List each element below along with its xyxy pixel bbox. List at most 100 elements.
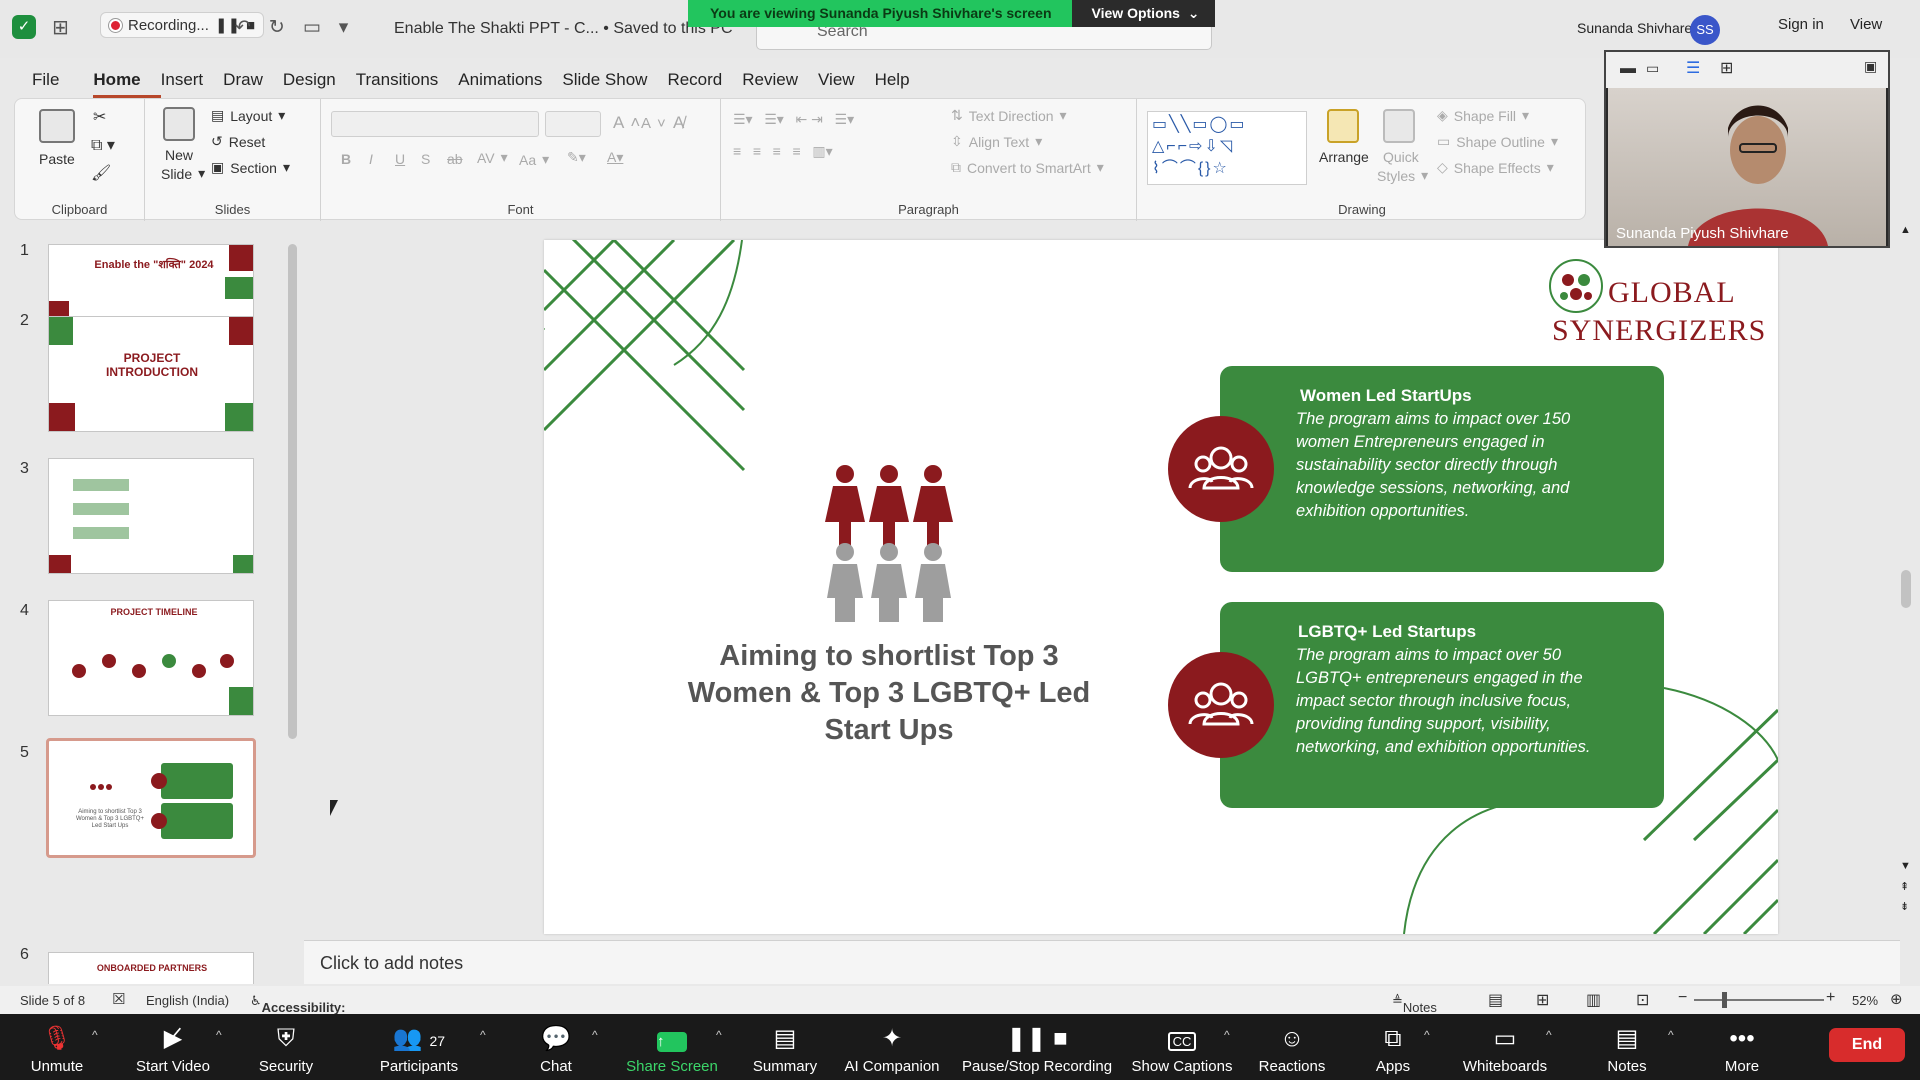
show-captions-button[interactable]: CC Show Captions: [1130, 1014, 1234, 1080]
text-direction-button[interactable]: ⇅ Text Direction ▾: [951, 107, 1067, 124]
font-size-dropdown[interactable]: [545, 111, 601, 137]
shapes-gallery[interactable]: ▭╲╲▭◯▭ △⌐⌐⇨⇩◹ ⌇⌒⌒{}☆: [1147, 111, 1307, 185]
paste-button[interactable]: Paste: [39, 151, 75, 167]
char-spacing-button[interactable]: AV ▾: [477, 149, 508, 166]
zoom-out-icon[interactable]: −: [1678, 989, 1687, 1007]
shield-icon[interactable]: ✓: [12, 15, 36, 39]
zoom-in-icon[interactable]: +: [1826, 989, 1835, 1007]
slideshow-view-icon[interactable]: ⊡: [1636, 990, 1649, 1010]
apps-caret[interactable]: ^: [1424, 1028, 1430, 1042]
copy-icon[interactable]: ⧉ ▾: [91, 135, 115, 155]
participant-video[interactable]: ▬ ▭ ☰ ⊞ ▣ Sunanda Piyush Shivhare: [1604, 50, 1890, 248]
convert-smartart-button[interactable]: ⧉ Convert to SmartArt ▾: [951, 159, 1104, 176]
thumbnail-slide-5[interactable]: Aiming to shortlist Top 3 Women & Top 3 …: [46, 738, 256, 858]
shrink-font-icon[interactable]: A ˅: [641, 115, 666, 132]
strikethrough-button[interactable]: ab: [447, 151, 463, 167]
view-button[interactable]: View: [1850, 16, 1882, 33]
accessibility-button[interactable]: ♿ Accessibility: Investigate: [250, 993, 345, 1030]
tab-help[interactable]: Help: [875, 64, 930, 98]
participants-button[interactable]: 👥 27 Participants: [376, 1014, 462, 1080]
slide-heading[interactable]: Aiming to shortlist Top 3 Women & Top 3 …: [664, 638, 1114, 749]
font-color-icon[interactable]: A▾: [607, 149, 623, 166]
gallery-view-icon[interactable]: ⊞: [1720, 58, 1733, 78]
new-slide-label1[interactable]: New: [165, 147, 193, 163]
tab-file[interactable]: File: [32, 64, 93, 98]
prev-slide-icon[interactable]: ⇞: [1900, 880, 1909, 893]
apps-grid-icon[interactable]: ⊞: [52, 15, 69, 40]
reset-button[interactable]: ↺ Reset: [211, 133, 265, 150]
tab-transitions[interactable]: Transitions: [356, 64, 459, 98]
more-button[interactable]: ••• More: [1718, 1014, 1766, 1080]
reactions-button[interactable]: ☺ Reactions: [1256, 1014, 1328, 1080]
thumbnail-slide-6[interactable]: ONBOARDED PARTNERS: [48, 952, 254, 984]
participants-caret[interactable]: ^: [480, 1028, 486, 1042]
share-caret[interactable]: ^: [716, 1028, 722, 1042]
shape-effects-button[interactable]: ◇ Shape Effects ▾: [1437, 159, 1554, 176]
start-video-button[interactable]: ▶̸ Start Video: [128, 1014, 218, 1080]
tab-animations[interactable]: Animations: [458, 64, 562, 98]
tab-draw[interactable]: Draw: [223, 64, 283, 98]
highlight-icon[interactable]: ✎▾: [567, 149, 586, 166]
chat-caret[interactable]: ^: [592, 1028, 598, 1042]
unmute-button[interactable]: 🎙 Unmute: [24, 1014, 90, 1080]
underline-button[interactable]: U: [395, 151, 405, 167]
quick-styles-label2[interactable]: Styles ▾: [1377, 167, 1428, 184]
slide-sorter-icon[interactable]: ⊞: [1536, 990, 1549, 1010]
pause-stop-recording-button[interactable]: ❚❚ ■ Pause/Stop Recording: [960, 1014, 1114, 1080]
change-case-button[interactable]: Aa ▾: [519, 151, 549, 168]
reading-view-icon[interactable]: ▥: [1586, 990, 1601, 1010]
zoom-slider[interactable]: [1694, 999, 1824, 1001]
normal-view-icon[interactable]: ▤: [1488, 990, 1503, 1010]
thumbnail-slide-4[interactable]: PROJECT TIMELINE: [48, 600, 254, 716]
video-options-caret[interactable]: ^: [216, 1028, 222, 1042]
scroll-thumb[interactable]: [1901, 570, 1911, 608]
lgbtq-startups-card[interactable]: LGBTQ+ Led Startups The program aims to …: [1220, 602, 1664, 808]
speaker-view-icon[interactable]: ☰: [1686, 58, 1700, 78]
format-painter-icon[interactable]: 🖌: [91, 163, 111, 183]
quick-styles-label1[interactable]: Quick: [1383, 149, 1419, 165]
sign-in-link[interactable]: Sign in: [1778, 16, 1824, 33]
clear-format-icon[interactable]: A̸: [673, 113, 684, 133]
present-icon[interactable]: ▭: [303, 16, 321, 39]
italic-button[interactable]: I: [369, 151, 373, 167]
chat-button[interactable]: 💬 Chat: [532, 1014, 580, 1080]
quick-styles-icon[interactable]: [1383, 109, 1415, 143]
language-indicator[interactable]: English (India): [146, 993, 229, 1008]
scroll-thumb[interactable]: [288, 244, 297, 739]
bullets-icon[interactable]: ☰▾ ☰▾ ⇤ ⇥ ☰▾: [733, 111, 854, 128]
cut-icon[interactable]: ✂: [93, 107, 106, 127]
tab-insert[interactable]: Insert: [161, 64, 224, 98]
tab-view[interactable]: View: [818, 64, 875, 98]
ai-companion-button[interactable]: ✦ AI Companion: [844, 1014, 940, 1080]
shape-outline-button[interactable]: ▭ Shape Outline ▾: [1437, 133, 1558, 150]
notes-button[interactable]: ▤ Notes: [1600, 1014, 1654, 1080]
whiteboards-caret[interactable]: ^: [1546, 1028, 1552, 1042]
customize-qat-icon[interactable]: ▾: [339, 16, 349, 39]
spellcheck-icon[interactable]: ☒: [112, 990, 125, 1008]
shape-fill-button[interactable]: ◈ Shape Fill ▾: [1437, 107, 1529, 124]
fit-slide-icon[interactable]: ⊕: [1890, 990, 1903, 1008]
tab-slide-show[interactable]: Slide Show: [562, 64, 667, 98]
slide-canvas[interactable]: GLOBAL SYNERGIZERS Aiming to shortlist T…: [544, 240, 1778, 934]
tab-review[interactable]: Review: [742, 64, 818, 98]
tab-design[interactable]: Design: [283, 64, 356, 98]
arrange-icon[interactable]: [1327, 109, 1359, 143]
slide-scrollbar[interactable]: ▲ ▼ ⇞ ⇟: [1896, 224, 1916, 984]
notes-caret[interactable]: ^: [1668, 1028, 1674, 1042]
section-button[interactable]: ▣ Section ▾: [211, 159, 290, 176]
audio-options-caret[interactable]: ^: [92, 1028, 98, 1042]
new-slide-label2[interactable]: Slide ▾: [161, 165, 205, 182]
summary-button[interactable]: ▤ Summary: [750, 1014, 820, 1080]
captions-caret[interactable]: ^: [1224, 1028, 1230, 1042]
avatar[interactable]: SS: [1690, 15, 1720, 45]
shrink-video-icon[interactable]: ▭: [1646, 60, 1659, 77]
bold-button[interactable]: B: [341, 151, 351, 167]
apps-button[interactable]: ⧉ Apps: [1370, 1014, 1416, 1080]
grow-font-icon[interactable]: A ˄: [613, 113, 640, 133]
paste-icon[interactable]: [39, 109, 75, 143]
align-text-button[interactable]: ⇳ Align Text ▾: [951, 133, 1042, 150]
end-meeting-button[interactable]: End: [1829, 1028, 1905, 1062]
undo-icon[interactable]: ↶: [235, 16, 251, 39]
align-icons[interactable]: ≡ ≡ ≡ ≡ ▥▾: [733, 143, 833, 160]
security-button[interactable]: ⛨ Security: [254, 1014, 318, 1080]
